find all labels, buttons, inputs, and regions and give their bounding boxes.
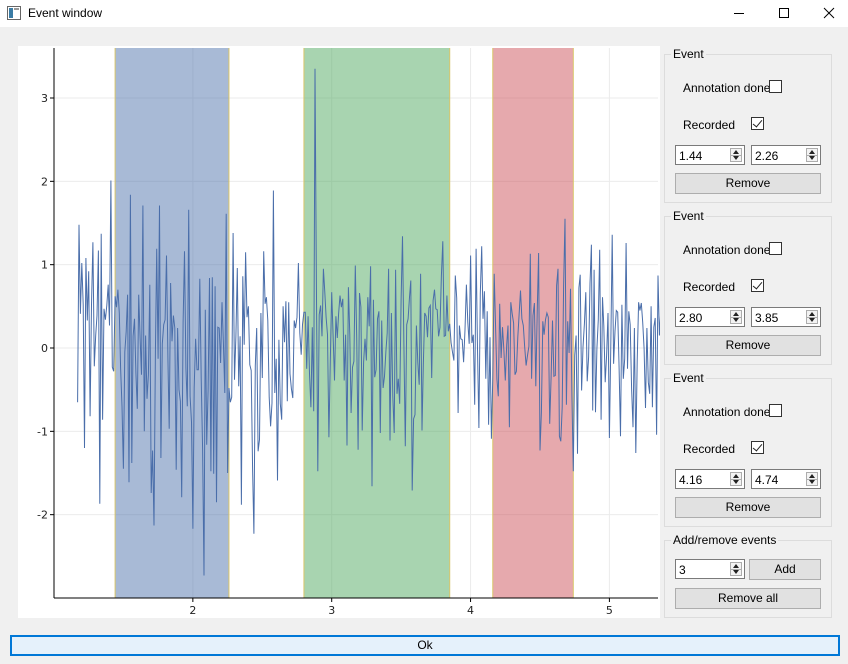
recorded-label: Recorded: [683, 118, 736, 132]
spin-down-icon[interactable]: [733, 156, 739, 160]
ok-button[interactable]: Ok: [10, 635, 840, 656]
spin-down-icon[interactable]: [809, 318, 815, 322]
event-start-value: 2.80: [679, 311, 703, 325]
spin-buttons[interactable]: [730, 148, 742, 162]
minimize-icon: [734, 13, 744, 14]
annotation-done-checkbox[interactable]: [769, 80, 782, 93]
spin-down-icon[interactable]: [809, 480, 815, 484]
add-remove-events-group: Add/remove events 3 Add Remove all: [664, 533, 832, 618]
annotation-done-checkbox[interactable]: [769, 404, 782, 417]
maximize-button[interactable]: [761, 0, 807, 26]
spin-down-icon[interactable]: [733, 480, 739, 484]
annotation-done-label: Annotation done: [683, 81, 771, 95]
x-tick-label: 5: [606, 604, 613, 617]
annotation-done-label: Annotation done: [683, 405, 771, 419]
remove-event-button[interactable]: Remove: [675, 173, 821, 194]
event-end-value: 3.85: [755, 311, 779, 325]
event-group-title: Event: [671, 371, 706, 385]
event-end-value: 4.74: [755, 473, 779, 487]
spin-buttons[interactable]: [806, 148, 818, 162]
event-group-1: Event Annotation done Recorded 1.44 2.26…: [664, 47, 832, 203]
y-tick-label: 0: [41, 342, 48, 355]
close-button[interactable]: [806, 0, 848, 26]
recorded-checkbox[interactable]: [751, 279, 764, 292]
maximize-icon: [779, 8, 789, 18]
spin-buttons[interactable]: [730, 562, 742, 576]
y-tick-label: 3: [41, 92, 48, 105]
close-icon: [823, 7, 835, 19]
minimize-button[interactable]: [716, 0, 762, 26]
y-tick-label: 2: [41, 175, 48, 188]
recorded-checkbox[interactable]: [751, 117, 764, 130]
annotation-done-label: Annotation done: [683, 243, 771, 257]
y-tick-label: -1: [37, 425, 48, 438]
recorded-label: Recorded: [683, 442, 736, 456]
event-start-spinbox[interactable]: 2.80: [675, 307, 745, 327]
app-icon: [7, 6, 21, 20]
event-start-value: 4.16: [679, 473, 703, 487]
add-remove-title: Add/remove events: [671, 533, 779, 547]
spin-buttons[interactable]: [806, 310, 818, 324]
x-tick-label: 2: [189, 604, 196, 617]
remove-event-button[interactable]: Remove: [675, 497, 821, 518]
event-group-title: Event: [671, 209, 706, 223]
event-start-spinbox[interactable]: 1.44: [675, 145, 745, 165]
event-count-spinbox[interactable]: 3: [675, 559, 745, 579]
x-tick-label: 3: [328, 604, 335, 617]
remove-event-button[interactable]: Remove: [675, 335, 821, 356]
spin-buttons[interactable]: [806, 472, 818, 486]
event-end-spinbox[interactable]: 4.74: [751, 469, 821, 489]
event-count-value: 3: [679, 563, 686, 577]
remove-all-button[interactable]: Remove all: [675, 588, 821, 609]
spin-up-icon[interactable]: [809, 150, 815, 154]
spin-buttons[interactable]: [730, 310, 742, 324]
x-tick-label: 4: [467, 604, 474, 617]
event-group-3: Event Annotation done Recorded 4.16 4.74…: [664, 371, 832, 527]
spin-up-icon[interactable]: [733, 564, 739, 568]
spin-up-icon[interactable]: [809, 312, 815, 316]
event-end-spinbox[interactable]: 2.26: [751, 145, 821, 165]
event-start-value: 1.44: [679, 149, 703, 163]
recorded-checkbox[interactable]: [751, 441, 764, 454]
signal-plot[interactable]: 2 3 4 5 3 2 1 0 -1 -2: [18, 46, 717, 618]
spin-up-icon[interactable]: [733, 150, 739, 154]
spin-down-icon[interactable]: [809, 156, 815, 160]
spin-up-icon[interactable]: [809, 474, 815, 478]
spin-up-icon[interactable]: [733, 474, 739, 478]
spin-down-icon[interactable]: [733, 318, 739, 322]
recorded-label: Recorded: [683, 280, 736, 294]
add-event-button[interactable]: Add: [749, 559, 821, 580]
title-bar: Event window: [0, 0, 848, 27]
spin-up-icon[interactable]: [733, 312, 739, 316]
event-regions: [114, 48, 574, 598]
window-title: Event window: [28, 6, 103, 20]
event-end-value: 2.26: [755, 149, 779, 163]
spin-buttons[interactable]: [730, 472, 742, 486]
event-start-spinbox[interactable]: 4.16: [675, 469, 745, 489]
signal-chart: 2 3 4 5 3 2 1 0 -1 -2: [37, 48, 717, 617]
annotation-done-checkbox[interactable]: [769, 242, 782, 255]
event-group-2: Event Annotation done Recorded 2.80 3.85…: [664, 209, 832, 365]
y-tick-label: -2: [37, 509, 48, 522]
event-group-title: Event: [671, 47, 706, 61]
event-end-spinbox[interactable]: 3.85: [751, 307, 821, 327]
spin-down-icon[interactable]: [733, 570, 739, 574]
y-tick-label: 1: [41, 259, 48, 272]
